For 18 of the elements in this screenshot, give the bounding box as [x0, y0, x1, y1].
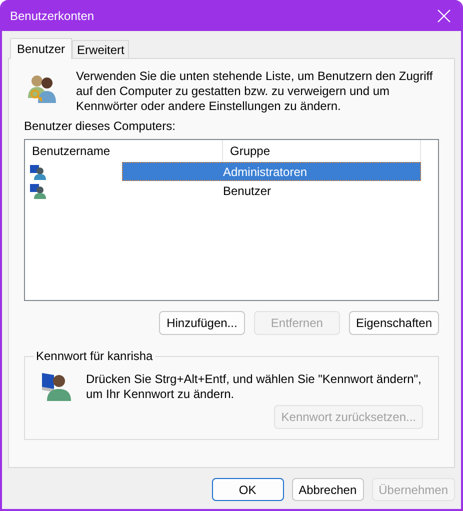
- user-computer-icon: [30, 182, 46, 198]
- close-icon[interactable]: [437, 8, 451, 22]
- users-label: Benutzer dieses Computers:: [24, 119, 176, 133]
- table-cell: Benutzer: [223, 184, 272, 198]
- table-row[interactable]: Administratoren: [122, 162, 421, 181]
- group-title: Kennwort für kanrisha: [35, 349, 154, 363]
- dialog-button[interactable]: Hinzufügen...: [158, 311, 245, 335]
- tab[interactable]: Erweitert: [72, 40, 130, 58]
- description-text: Verwenden Sie die unten stehende Liste, um Benutzern den Zugriff auf den Computer zu gestatten bzw. zu verweigern und um Kennwörter oder andere Einstellungen zu ändern.: [76, 69, 434, 114]
- table-cell: Administratoren: [223, 164, 308, 178]
- tab[interactable]: Benutzer: [10, 38, 72, 59]
- table-row[interactable]: Benutzer: [122, 181, 421, 200]
- dialog-button[interactable]: Eigenschaften: [348, 311, 439, 335]
- window-title: Benutzerkonten: [10, 8, 94, 22]
- dialog-button[interactable]: OK: [212, 478, 284, 501]
- dialog-button[interactable]: Abbrechen: [292, 478, 364, 501]
- user-computer-icon: [30, 164, 46, 180]
- instruction-text: Drücken Sie Strg+Alt+Entf, und wählen Sie "Kennwort ändern", um Ihr Kennwort zu ändern.: [86, 372, 422, 402]
